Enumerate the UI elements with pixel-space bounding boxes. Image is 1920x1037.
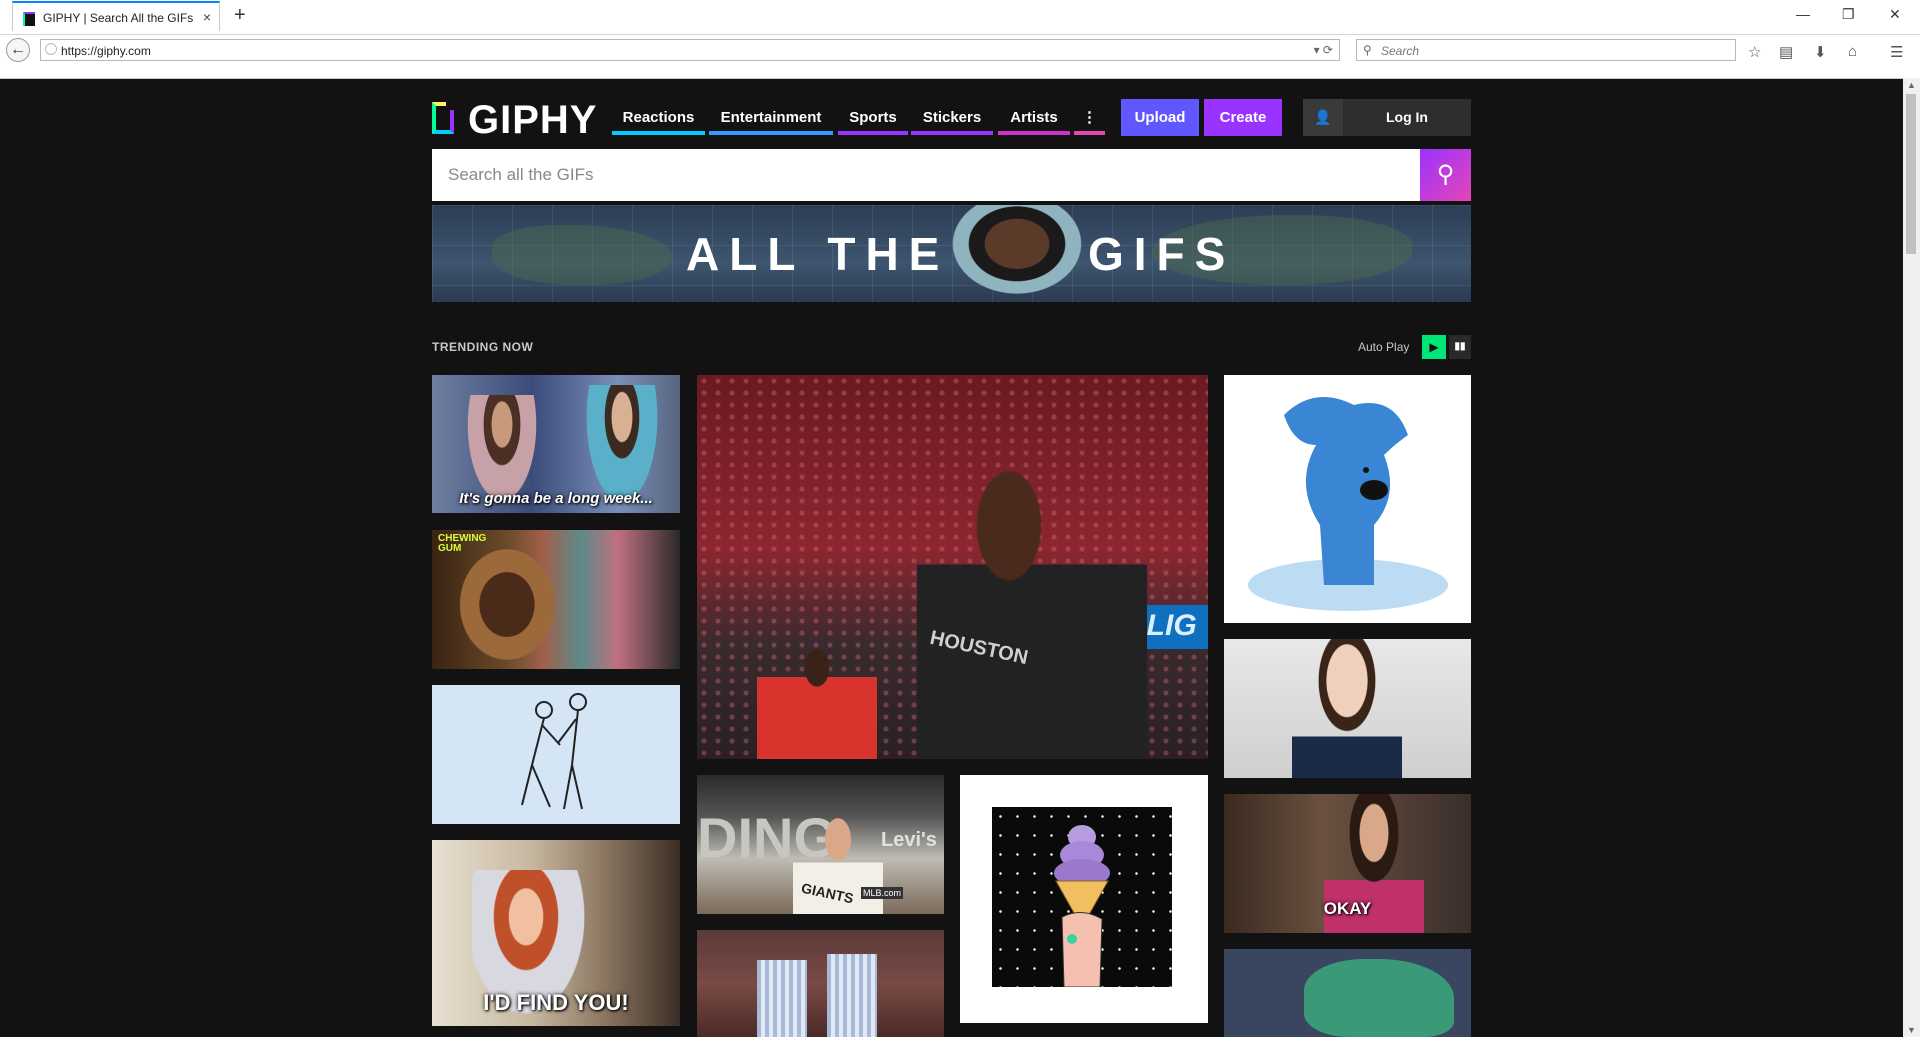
back-arrow-icon[interactable]: ← — [6, 38, 30, 62]
hero-banner[interactable]: ALL THE GIFS — [432, 205, 1471, 302]
giphy-logo-icon — [432, 102, 454, 134]
gif-tile[interactable]: It's gonna be a long week... — [432, 375, 680, 513]
tab-strip: GIPHY | Search All the GIFs ... × + — ❐ … — [0, 0, 1920, 34]
nav-entertainment[interactable]: Entertainment — [709, 107, 833, 135]
reload-icon[interactable]: ▾ ⟳ — [1314, 43, 1333, 57]
menu-hamburger-icon[interactable]: ☰ — [1890, 43, 1903, 61]
url-bar[interactable]: https://giphy.com ▾ ⟳ — [40, 39, 1340, 61]
nav-underline — [838, 131, 908, 135]
download-icon[interactable]: ⬇ — [1814, 43, 1827, 61]
blue-dog-sketch-image — [1248, 397, 1448, 611]
nav-underline — [1074, 131, 1105, 135]
more-dots-icon: ⋮ — [1082, 109, 1097, 126]
nav-bar: ← https://giphy.com ▾ ⟳ ⚲ Search ☆ ▤ ⬇ ⌂… — [0, 34, 1920, 67]
nav-label: Sports — [849, 109, 897, 126]
nav-underline — [911, 131, 993, 135]
minimize-icon[interactable]: — — [1796, 6, 1810, 22]
globe-icon — [45, 43, 57, 55]
browser-tab[interactable]: GIPHY | Search All the GIFs ... × — [12, 1, 220, 31]
restore-icon[interactable]: ❐ — [1842, 6, 1855, 23]
new-tab-button[interactable]: + — [234, 4, 246, 27]
autoplay-label: Auto Play — [1358, 340, 1410, 354]
gif-tile[interactable]: DING Levi's GIANTS MLB.com — [697, 775, 944, 914]
upload-button[interactable]: Upload — [1121, 99, 1199, 136]
gif-tile[interactable] — [1224, 639, 1471, 778]
nav-sports[interactable]: Sports — [838, 107, 908, 135]
nav-label: Stickers — [922, 109, 982, 126]
nav-label: Entertainment — [720, 109, 822, 126]
browser-search-input[interactable]: ⚲ Search — [1356, 39, 1736, 61]
gif-caption: CHEWING GUM — [438, 533, 487, 554]
nav-artists[interactable]: Artists — [998, 107, 1070, 135]
giphy-favicon-icon — [23, 12, 35, 26]
nav-underline — [612, 131, 705, 135]
url-text: https://giphy.com — [61, 44, 151, 58]
search-bar: ⚲ — [432, 149, 1471, 201]
gif-person-image — [452, 540, 562, 669]
logo-text: GIPHY — [468, 98, 598, 142]
gif-caption: I'D FIND YOU! — [483, 990, 629, 1015]
search-input[interactable] — [432, 149, 1420, 201]
gif-player-image — [917, 435, 1147, 759]
nav-underline — [998, 131, 1070, 135]
login-button[interactable]: 👤 Log In — [1303, 99, 1471, 136]
browser-chrome: GIPHY | Search All the GIFs ... × + — ❐ … — [0, 0, 1920, 79]
gif-sign-text: Levi's — [881, 829, 937, 851]
browser-search-placeholder: Search — [1381, 44, 1420, 58]
banner-person-image — [942, 205, 1092, 302]
search-icon[interactable]: ⚲ — [1420, 149, 1471, 201]
gif-sketch-image — [521, 693, 587, 810]
reading-list-icon[interactable]: ▤ — [1779, 43, 1793, 61]
gif-badge-text: MLB.com — [861, 887, 904, 899]
nav-stickers[interactable]: Stickers — [911, 107, 993, 135]
scroll-down-icon[interactable]: ▼ — [1907, 1025, 1916, 1035]
gif-dancer-image — [827, 954, 877, 1037]
gif-tile[interactable] — [1224, 949, 1471, 1037]
tab-title: GIPHY | Search All the GIFs ... — [43, 11, 193, 25]
nav-underline — [709, 131, 833, 135]
gif-tile[interactable] — [697, 930, 944, 1037]
gif-tile[interactable] — [960, 775, 1208, 1023]
gif-person-image — [1292, 639, 1402, 778]
gif-tile-featured[interactable]: UD LIG HOUSTON — [697, 375, 1208, 759]
bookmark-star-icon[interactable]: ☆ — [1748, 43, 1761, 61]
nav-label: Artists — [1010, 109, 1058, 126]
ice-cream-icon — [1054, 825, 1110, 988]
user-icon: 👤 — [1303, 99, 1343, 136]
banner-text-right: GIFS — [1088, 228, 1236, 280]
trending-title: TRENDING NOW — [432, 340, 534, 354]
gif-caption: It's gonna be a long week... — [459, 490, 653, 507]
scroll-thumb[interactable] — [1906, 94, 1916, 254]
gif-space-image — [992, 807, 1172, 988]
play-icon[interactable]: ▶ — [1422, 335, 1446, 359]
gif-dancer-image — [757, 960, 807, 1037]
gif-creature-image — [1304, 959, 1454, 1037]
nav-more[interactable]: ⋮ — [1074, 107, 1105, 135]
create-button[interactable]: Create — [1204, 99, 1282, 136]
gif-tile[interactable]: OKAY — [1224, 794, 1471, 933]
gif-tile[interactable] — [432, 685, 680, 824]
gif-tile[interactable]: I'D FIND YOU! — [432, 840, 680, 1026]
home-icon[interactable]: ⌂ — [1848, 43, 1857, 60]
gif-tile[interactable]: CHEWING GUM — [432, 530, 680, 669]
scroll-up-icon[interactable]: ▲ — [1907, 80, 1916, 90]
gif-tile[interactable] — [1224, 375, 1471, 623]
login-label: Log In — [1386, 109, 1428, 125]
gif-caption: OKAY — [1323, 899, 1372, 918]
magnifier-icon: ⚲ — [1363, 43, 1372, 57]
gif-player-image — [757, 645, 877, 759]
nav-label: Reactions — [622, 109, 695, 126]
nav-reactions[interactable]: Reactions — [612, 107, 705, 135]
pause-icon[interactable]: ▮▮ — [1449, 335, 1471, 359]
close-window-icon[interactable]: ✕ — [1889, 6, 1901, 23]
tab-close-icon[interactable]: × — [203, 9, 211, 25]
page-scrollbar[interactable]: ▲ ▼ — [1903, 78, 1920, 1037]
banner-text-left: ALL THE — [686, 228, 950, 280]
